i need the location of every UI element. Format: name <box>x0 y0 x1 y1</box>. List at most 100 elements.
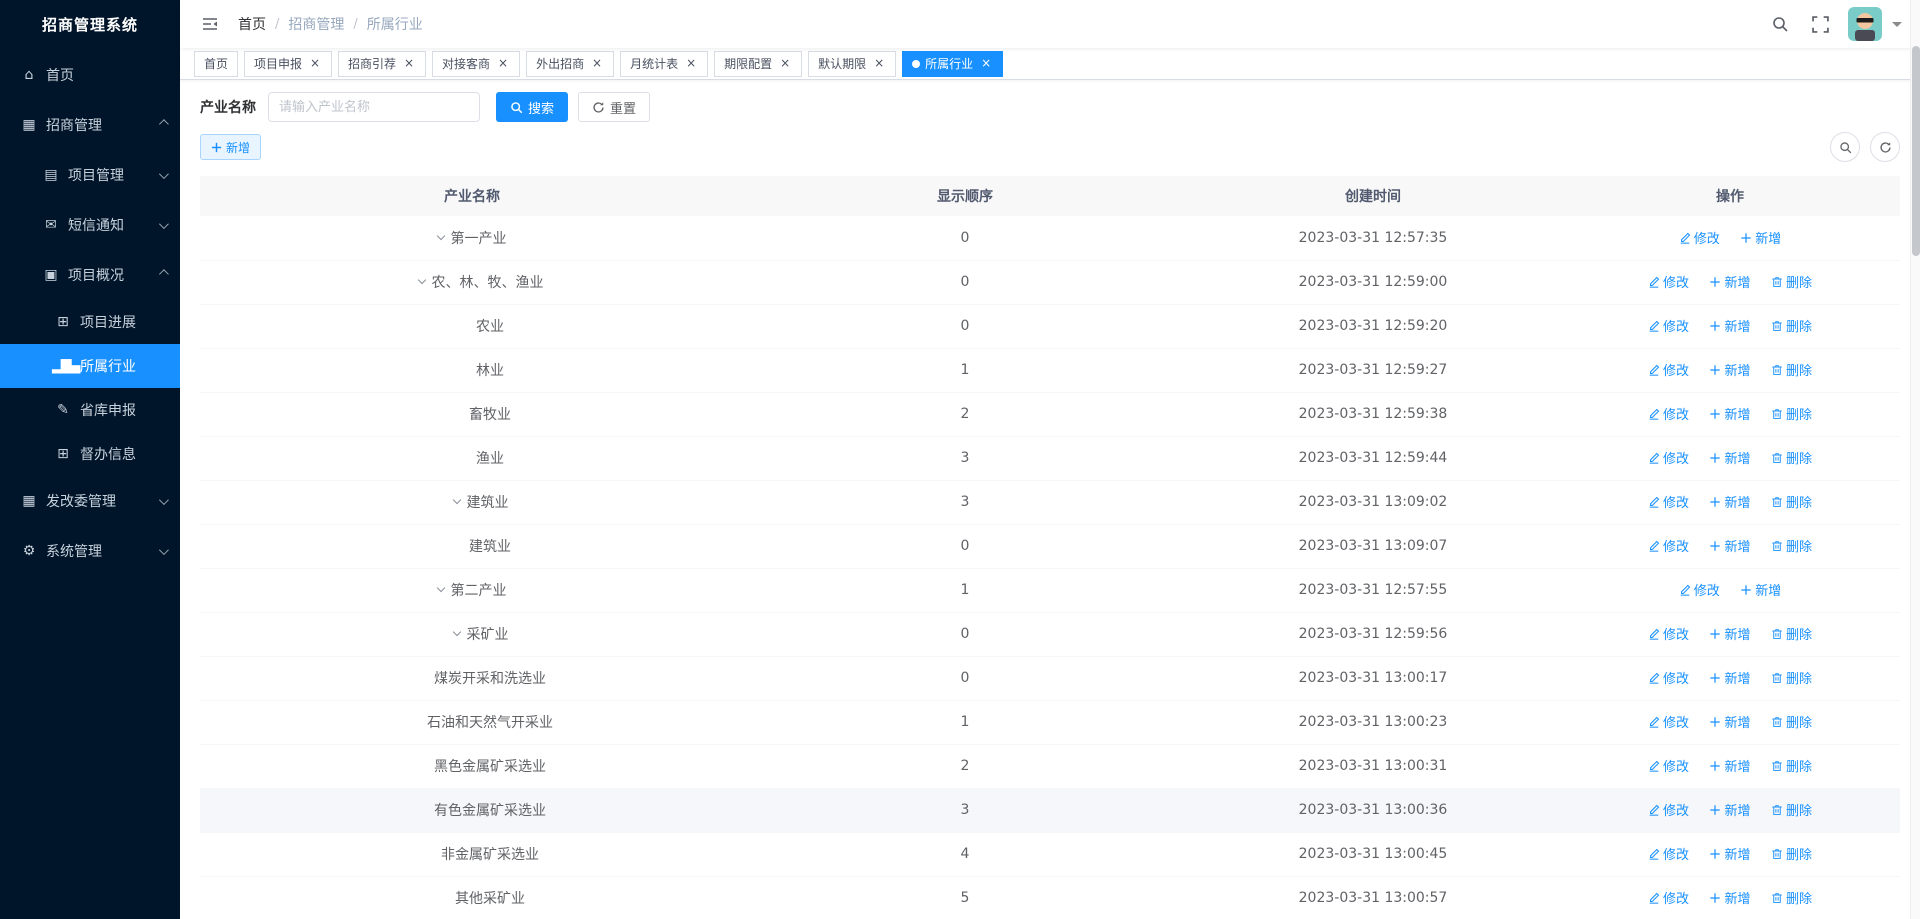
table-row[interactable]: 农业 0 2023-03-31 12:59:20 修改 新增 删除 <box>200 304 1900 349</box>
toggle-search-button[interactable] <box>1830 132 1860 162</box>
expand-caret-icon[interactable] <box>436 231 445 240</box>
add-child-link[interactable]: 新增 <box>1709 272 1751 291</box>
breadcrumb-home[interactable]: 首页 <box>238 14 266 34</box>
delete-link[interactable]: 删除 <box>1771 624 1812 643</box>
sidebar-item-ndrc-management[interactable]: ▦ 发改委管理 <box>0 476 180 526</box>
table-row[interactable]: 建筑业 3 2023-03-31 13:09:02 修改 新增 删除 <box>200 480 1900 525</box>
add-child-link[interactable]: 新增 <box>1709 800 1751 819</box>
table-row[interactable]: 第二产业 1 2023-03-31 12:57:55 修改 新增 <box>200 568 1900 613</box>
add-child-link[interactable]: 新增 <box>1709 404 1751 423</box>
add-child-link[interactable]: 新增 <box>1709 844 1751 863</box>
reset-button[interactable]: 重置 <box>578 92 651 122</box>
refresh-table-button[interactable] <box>1870 132 1900 162</box>
table-row[interactable]: 其他采矿业 5 2023-03-31 13:00:57 修改 新增 删除 <box>200 876 1900 919</box>
sidebar-item-supervision-info[interactable]: ⊞ 督办信息 <box>0 432 180 476</box>
table-row[interactable]: 采矿业 0 2023-03-31 12:59:56 修改 新增 删除 <box>200 612 1900 657</box>
sidebar-item-project-management[interactable]: ▤ 项目管理 <box>0 150 180 200</box>
table-row[interactable]: 渔业 3 2023-03-31 12:59:44 修改 新增 删除 <box>200 436 1900 481</box>
close-icon[interactable]: × <box>684 56 698 71</box>
add-button[interactable]: 新增 <box>200 134 262 160</box>
add-child-link[interactable]: 新增 <box>1709 712 1751 731</box>
delete-link[interactable]: 删除 <box>1771 272 1812 291</box>
edit-link[interactable]: 修改 <box>1648 800 1689 819</box>
table-row[interactable]: 建筑业 0 2023-03-31 13:09:07 修改 新增 删除 <box>200 524 1900 569</box>
close-icon[interactable]: × <box>496 56 510 71</box>
delete-link[interactable]: 删除 <box>1771 800 1812 819</box>
add-child-link[interactable]: 新增 <box>1709 492 1751 511</box>
edit-link[interactable]: 修改 <box>1648 844 1689 863</box>
delete-link[interactable]: 删除 <box>1771 668 1812 687</box>
add-child-link[interactable]: 新增 <box>1709 888 1751 907</box>
edit-link[interactable]: 修改 <box>1679 580 1720 599</box>
avatar[interactable] <box>1848 7 1882 41</box>
edit-link[interactable]: 修改 <box>1648 624 1689 643</box>
close-icon[interactable]: × <box>872 56 886 71</box>
delete-link[interactable]: 删除 <box>1771 536 1812 555</box>
expand-caret-icon[interactable] <box>436 583 445 593</box>
delete-link[interactable]: 删除 <box>1771 756 1812 775</box>
table-row[interactable]: 农、林、牧、渔业 0 2023-03-31 12:59:00 修改 新增 删除 <box>200 260 1900 305</box>
close-icon[interactable]: × <box>402 56 416 71</box>
sidebar-fold-icon[interactable] <box>198 12 222 36</box>
search-icon[interactable] <box>1768 12 1792 36</box>
tab-project-declare[interactable]: 项目申报 × <box>244 50 333 77</box>
edit-link[interactable]: 修改 <box>1648 888 1689 907</box>
edit-link[interactable]: 修改 <box>1648 360 1689 379</box>
edit-link[interactable]: 修改 <box>1648 404 1689 423</box>
sidebar-item-investment-management[interactable]: ▦ 招商管理 <box>0 100 180 150</box>
table-row[interactable]: 畜牧业 2 2023-03-31 12:59:38 修改 新增 删除 <box>200 392 1900 437</box>
table-row[interactable]: 黑色金属矿采选业 2 2023-03-31 13:00:31 修改 新增 删除 <box>200 744 1900 789</box>
tab-outbound-investment[interactable]: 外出招商 × <box>526 50 615 77</box>
delete-link[interactable]: 删除 <box>1771 448 1812 467</box>
fullscreen-icon[interactable] <box>1808 12 1832 36</box>
industry-name-input[interactable] <box>268 92 480 122</box>
close-icon[interactable]: × <box>590 56 604 71</box>
table-row[interactable]: 煤炭开采和洗选业 0 2023-03-31 13:00:17 修改 新增 删除 <box>200 656 1900 701</box>
add-child-link[interactable]: 新增 <box>1709 668 1751 687</box>
delete-link[interactable]: 删除 <box>1771 360 1812 379</box>
tab-home[interactable]: 首页 <box>194 50 239 77</box>
edit-link[interactable]: 修改 <box>1679 228 1720 247</box>
add-child-link[interactable]: 新增 <box>1709 756 1751 775</box>
close-icon[interactable]: × <box>308 56 322 71</box>
delete-link[interactable]: 删除 <box>1771 492 1812 511</box>
page-scrollbar-thumb[interactable] <box>1912 46 1920 256</box>
tab-monthly-stats[interactable]: 月统计表 × <box>620 50 709 77</box>
tab-investment-referral[interactable]: 招商引荐 × <box>338 50 427 77</box>
delete-link[interactable]: 删除 <box>1771 404 1812 423</box>
expand-caret-icon[interactable] <box>452 627 461 637</box>
sidebar-item-project-progress[interactable]: ⊞ 项目进展 <box>0 300 180 344</box>
table-row[interactable]: 非金属矿采选业 4 2023-03-31 13:00:45 修改 新增 删除 <box>200 832 1900 877</box>
add-child-link[interactable]: 新增 <box>1709 536 1751 555</box>
tab-default-deadline[interactable]: 默认期限 × <box>808 50 897 77</box>
table-row[interactable]: 第一产业 0 2023-03-31 12:57:35 修改 新增 <box>200 216 1900 261</box>
edit-link[interactable]: 修改 <box>1648 536 1689 555</box>
sidebar-item-system-management[interactable]: ⚙ 系统管理 <box>0 526 180 576</box>
search-button[interactable]: 搜索 <box>496 92 569 122</box>
delete-link[interactable]: 删除 <box>1771 844 1812 863</box>
delete-link[interactable]: 删除 <box>1771 712 1812 731</box>
sidebar-item-industry[interactable]: ▂▇▄ 所属行业 <box>0 344 180 388</box>
sidebar-item-sms-notice[interactable]: ✉ 短信通知 <box>0 200 180 250</box>
table-row[interactable]: 石油和天然气开采业 1 2023-03-31 13:00:23 修改 新增 删除 <box>200 700 1900 745</box>
chevron-down-icon[interactable] <box>1892 22 1902 32</box>
edit-link[interactable]: 修改 <box>1648 492 1689 511</box>
add-child-link[interactable]: 新增 <box>1740 228 1781 247</box>
edit-link[interactable]: 修改 <box>1648 712 1689 731</box>
tab-merchant-docking[interactable]: 对接客商 × <box>432 50 521 77</box>
close-icon[interactable]: × <box>778 56 792 71</box>
add-child-link[interactable]: 新增 <box>1709 360 1751 379</box>
add-child-link[interactable]: 新增 <box>1740 580 1781 599</box>
close-icon[interactable]: × <box>979 56 993 71</box>
edit-link[interactable]: 修改 <box>1648 316 1689 335</box>
sidebar-item-project-overview[interactable]: ▣ 项目概况 <box>0 250 180 300</box>
sidebar-item-provincial-declare[interactable]: ✎ 省库申报 <box>0 388 180 432</box>
delete-link[interactable]: 删除 <box>1771 316 1812 335</box>
table-row[interactable]: 有色金属矿采选业 3 2023-03-31 13:00:36 修改 新增 删除 <box>200 788 1900 833</box>
add-child-link[interactable]: 新增 <box>1709 624 1751 643</box>
sidebar-item-home[interactable]: ⌂ 首页 <box>0 50 180 100</box>
add-child-link[interactable]: 新增 <box>1709 316 1751 335</box>
breadcrumb-investment[interactable]: 招商管理 <box>288 14 344 34</box>
tab-industry[interactable]: 所属行业 × <box>902 50 1004 77</box>
table-row[interactable]: 林业 1 2023-03-31 12:59:27 修改 新增 删除 <box>200 348 1900 393</box>
